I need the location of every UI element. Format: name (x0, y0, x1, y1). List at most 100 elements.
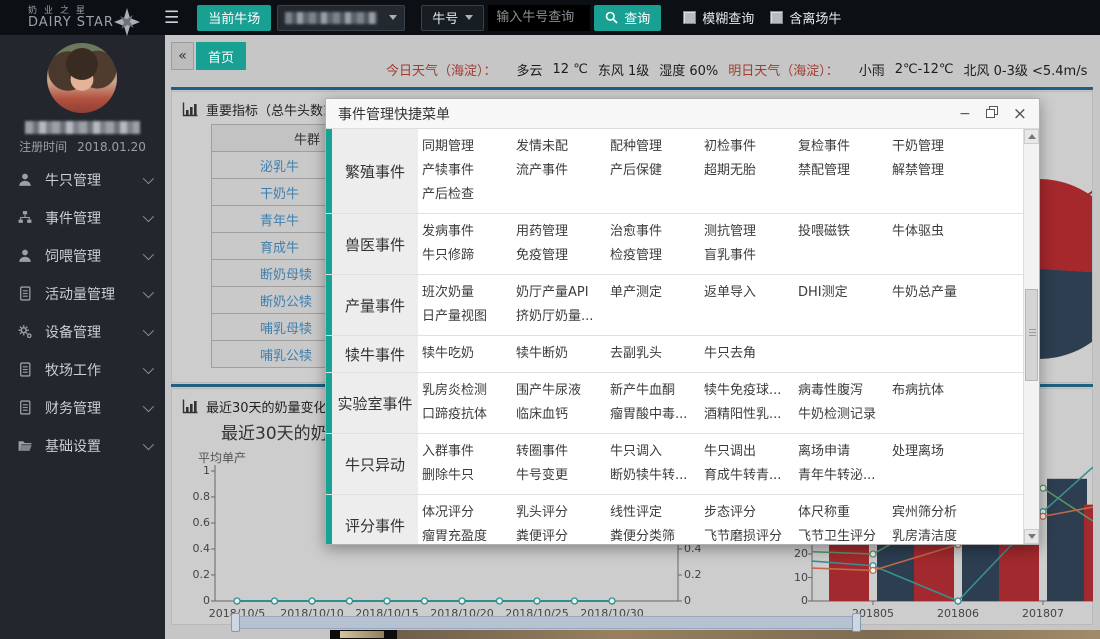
event-link[interactable]: 犊牛免疫球... (704, 379, 798, 403)
herd-group-link[interactable]: 断奶公犊 (212, 291, 312, 310)
scrollbar-thumb[interactable] (1025, 289, 1038, 381)
event-link[interactable]: 断奶犊牛转... (610, 464, 704, 488)
event-link[interactable]: 产后保健 (610, 159, 704, 183)
event-link[interactable]: 围产牛尿液 (516, 379, 610, 403)
event-link[interactable]: 宾州筛分析 (892, 501, 986, 525)
event-link[interactable]: 奶厅产量API (516, 281, 610, 305)
event-link[interactable]: 乳头评分 (516, 501, 610, 525)
scroll-up-button[interactable] (1024, 129, 1039, 144)
event-link[interactable]: 配种管理 (610, 135, 704, 159)
event-link[interactable]: 瘤胃酸中毒... (610, 403, 704, 427)
event-link[interactable]: 治愈事件 (610, 220, 704, 244)
event-link[interactable]: 牛体驱虫 (892, 220, 986, 244)
event-link[interactable]: 免疫管理 (516, 244, 610, 268)
event-link[interactable]: 病毒性腹泻 (798, 379, 892, 403)
event-link[interactable]: 同期管理 (422, 135, 516, 159)
event-link[interactable]: 日产量视图 (422, 305, 516, 329)
event-link[interactable]: 犊牛断奶 (516, 342, 610, 366)
event-link[interactable]: 产后检查 (422, 183, 516, 207)
event-link[interactable]: 班次奶量 (422, 281, 516, 305)
event-link[interactable]: 粪便分类筛 (610, 525, 704, 544)
search-button[interactable]: 查询 (594, 5, 661, 31)
event-link[interactable]: DHI测定 (798, 281, 892, 305)
event-link[interactable]: 入群事件 (422, 440, 516, 464)
event-link[interactable]: 犊牛吃奶 (422, 342, 516, 366)
chart-range-slider[interactable] (235, 616, 857, 629)
include-departed-checkbox[interactable]: 含离场牛 (770, 8, 841, 27)
event-link[interactable]: 牛奶检测记录 (798, 403, 892, 427)
event-link[interactable]: 新产牛血酮 (610, 379, 704, 403)
slider-left-handle[interactable] (231, 613, 240, 632)
event-link[interactable]: 盲乳事件 (704, 244, 798, 268)
event-link[interactable]: 离场申请 (798, 440, 892, 464)
sidebar-item-finance[interactable]: 财务管理 (0, 389, 165, 427)
sidebar-item-equipment[interactable]: 设备管理 (0, 313, 165, 351)
event-link[interactable]: 流产事件 (516, 159, 610, 183)
event-link[interactable]: 发病事件 (422, 220, 516, 244)
herd-group-link[interactable]: 哺乳母犊 (212, 318, 312, 337)
event-link[interactable]: 单产测定 (610, 281, 704, 305)
event-link[interactable]: 初检事件 (704, 135, 798, 159)
collapse-tabs-button[interactable]: « (171, 42, 194, 70)
event-link[interactable]: 测抗管理 (704, 220, 798, 244)
herd-group-link[interactable]: 青年牛 (212, 210, 299, 229)
sidebar-item-feeding[interactable]: 饲喂管理 (0, 237, 165, 275)
event-link[interactable]: 体尺称重 (798, 501, 892, 525)
event-link[interactable]: 投喂磁铁 (798, 220, 892, 244)
event-link[interactable]: 复检事件 (798, 135, 892, 159)
event-link[interactable]: 处理离场 (892, 440, 986, 464)
event-link[interactable]: 牛只调出 (704, 440, 798, 464)
herd-group-link[interactable]: 断奶母犊 (212, 264, 312, 283)
maximize-button[interactable] (986, 106, 998, 121)
event-link[interactable]: 去副乳头 (610, 342, 704, 366)
event-link[interactable]: 转圈事件 (516, 440, 610, 464)
event-link[interactable]: 解禁管理 (892, 159, 986, 183)
event-link[interactable]: 牛只调入 (610, 440, 704, 464)
event-link[interactable]: 删除牛只 (422, 464, 516, 488)
event-link[interactable]: 线性评定 (610, 501, 704, 525)
hamburger-menu-icon[interactable]: ☰ (164, 8, 179, 28)
minimize-button[interactable]: − (959, 107, 971, 121)
herd-group-link[interactable]: 泌乳牛 (212, 156, 299, 175)
event-link[interactable]: 口蹄疫抗体 (422, 403, 516, 427)
event-link[interactable]: 飞节卫生评分 (798, 525, 892, 544)
event-link[interactable]: 育成牛转青... (704, 464, 798, 488)
event-link[interactable]: 牛号变更 (516, 464, 610, 488)
event-link[interactable]: 粪便评分 (516, 525, 610, 544)
scroll-down-button[interactable] (1024, 529, 1039, 544)
event-link[interactable]: 青年牛转泌... (798, 464, 892, 488)
event-link[interactable]: 乳房炎检测 (422, 379, 516, 403)
event-link[interactable]: 瘤胃充盈度 (422, 525, 516, 544)
event-link[interactable]: 体况评分 (422, 501, 516, 525)
event-link[interactable]: 乳房清洁度 (892, 525, 986, 544)
tab-home[interactable]: 首页 (196, 42, 246, 70)
current-farm-button[interactable]: 当前牛场 (197, 5, 271, 31)
cow-number-search-input[interactable] (488, 5, 590, 31)
event-link[interactable]: 检疫管理 (610, 244, 704, 268)
event-link[interactable]: 飞节磨损评分 (704, 525, 798, 544)
herd-group-link[interactable]: 干奶牛 (212, 183, 299, 202)
event-link[interactable]: 超期无胎 (704, 159, 798, 183)
user-avatar[interactable] (47, 43, 117, 113)
herd-group-link[interactable]: 哺乳公犊 (212, 345, 312, 364)
event-link[interactable]: 挤奶厅奶量... (516, 305, 610, 329)
event-link[interactable]: 牛只去角 (704, 342, 798, 366)
slider-right-handle[interactable] (852, 613, 861, 632)
sidebar-item-farmwork[interactable]: 牧场工作 (0, 351, 165, 389)
event-link[interactable]: 布病抗体 (892, 379, 986, 403)
event-link[interactable]: 牛只修蹄 (422, 244, 516, 268)
event-link[interactable]: 产犊事件 (422, 159, 516, 183)
event-link[interactable]: 干奶管理 (892, 135, 986, 159)
event-link[interactable]: 步态评分 (704, 501, 798, 525)
sidebar-item-activity[interactable]: 活动量管理 (0, 275, 165, 313)
event-link[interactable]: 酒精阳性乳... (704, 403, 798, 427)
farm-selector[interactable] (277, 5, 405, 31)
sidebar-item-settings[interactable]: 基础设置 (0, 427, 165, 465)
event-link[interactable]: 临床血钙 (516, 403, 610, 427)
sidebar-item-events[interactable]: 事件管理 (0, 199, 165, 237)
event-link[interactable]: 禁配管理 (798, 159, 892, 183)
event-link[interactable]: 用药管理 (516, 220, 610, 244)
herd-group-link[interactable]: 育成牛 (212, 237, 299, 256)
sidebar-item-cattle[interactable]: 牛只管理 (0, 161, 165, 199)
close-button[interactable]: × (1013, 107, 1027, 121)
